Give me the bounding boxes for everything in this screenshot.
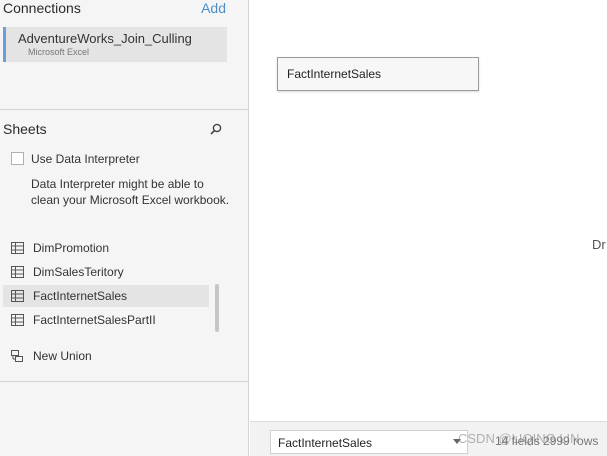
search-icon[interactable] [209,122,223,136]
sheet-item-dimsalesteritory[interactable]: DimSalesTeritory [3,261,209,283]
sheet-item-label: FactInternetSalesPartII [33,313,156,327]
use-data-interpreter-checkbox[interactable] [11,152,24,165]
connection-name: AdventureWorks_Join_Culling [18,31,192,46]
table-icon [11,314,24,326]
union-icon [11,350,23,362]
connection-item[interactable]: AdventureWorks_Join_Culling Microsoft Ex… [3,27,227,62]
table-icon [11,242,24,254]
new-union-item[interactable]: New Union [3,345,209,367]
table-icon [11,266,24,278]
canvas-table-label: FactInternetSales [287,67,382,81]
sheet-item-label: DimPromotion [33,241,110,255]
add-connection-link[interactable]: Add [201,0,226,16]
table-selector-value: FactInternetSales [278,436,373,450]
sheet-item-label: FactInternetSales [33,289,128,303]
data-source-page: Connections Add AdventureWorks_Join_Cull… [0,0,607,456]
sheet-item-dimpromotion[interactable]: DimPromotion [3,237,209,259]
left-pane: Connections Add AdventureWorks_Join_Cull… [0,0,249,456]
table-icon [11,290,24,302]
section-divider [0,381,249,382]
new-union-label: New Union [33,349,92,363]
sheets-scrollbar[interactable] [215,284,219,332]
sheet-item-factinternetsalespartii[interactable]: FactInternetSalesPartII [3,309,209,331]
data-interpreter-description: Data Interpreter might be able to clean … [31,177,230,207]
canvas-drag-hint: Dr [592,237,606,252]
sheet-item-label: DimSalesTeritory [33,265,124,279]
sheets-title: Sheets [3,121,47,137]
canvas-table-factinternetsales[interactable]: FactInternetSales [277,57,479,91]
bottom-bar: FactInternetSales 14 fields 2999 rows CS… [250,421,607,456]
connection-type: Microsoft Excel [28,47,90,57]
sheet-item-factinternetsales[interactable]: FactInternetSales [3,285,209,307]
watermark: CSDN @LIQING LIN [458,431,580,446]
connections-title: Connections [3,0,81,16]
use-data-interpreter-label[interactable]: Use Data Interpreter [31,152,140,166]
section-divider [0,109,249,110]
table-selector-dropdown[interactable]: FactInternetSales [270,430,468,454]
